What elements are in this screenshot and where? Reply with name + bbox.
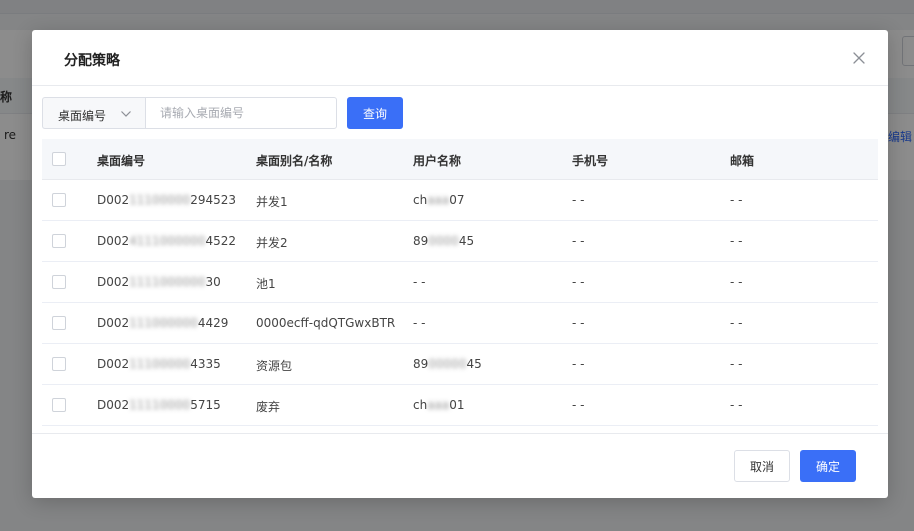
table-row[interactable]: D00241110000004522 并发2 89000045 - - - -	[42, 221, 878, 262]
dialog-header: 分配策略	[32, 30, 888, 86]
phone: - -	[572, 398, 585, 412]
dialog-title: 分配策略	[64, 53, 120, 69]
column-header-desktop-id: 桌面编号	[97, 154, 146, 168]
table-row[interactable]: D002111100005715 废弃 chaaa01 - - - -	[42, 385, 878, 426]
email: - -	[730, 357, 743, 371]
desktop-alias: 废弃	[256, 400, 281, 414]
row-checkbox[interactable]	[52, 193, 66, 207]
column-header-email: 邮箱	[730, 154, 755, 168]
select-all-checkbox[interactable]	[52, 152, 66, 166]
email: - -	[730, 193, 743, 207]
table-header: 桌面编号 桌面别名/名称 用户名称 手机号 邮箱	[42, 139, 878, 180]
search-field-select[interactable]: 桌面编号	[42, 97, 145, 129]
phone: - -	[572, 193, 585, 207]
user-name: chaaa07	[413, 193, 465, 207]
desktop-alias: 池1	[256, 277, 276, 291]
table-row[interactable]: D00211100000294523 并发1 chaaa07 - - - -	[42, 180, 878, 221]
table-row[interactable]: D0021110000004429 0000ecff-qdQTGwxBTR - …	[42, 303, 878, 344]
table-row[interactable]: D002111100000030 池1 - - - - - -	[42, 262, 878, 303]
query-button[interactable]: 查询	[347, 97, 403, 129]
desktop-alias: 0000ecff-qdQTGwxBTR	[256, 316, 396, 330]
desktop-id: D002111100000030	[97, 275, 221, 289]
email: - -	[730, 316, 743, 330]
email: - -	[730, 234, 743, 248]
desktop-alias: 并发1	[256, 195, 288, 209]
desktop-id-search-input[interactable]	[145, 97, 337, 129]
user-name: 89000045	[413, 234, 475, 248]
column-header-user: 用户名称	[413, 154, 462, 168]
user-name: - -	[413, 316, 426, 330]
row-checkbox[interactable]	[52, 275, 66, 289]
column-header-phone: 手机号	[572, 154, 609, 168]
phone: - -	[572, 275, 585, 289]
row-checkbox[interactable]	[52, 316, 66, 330]
dialog-footer: 取消 确定	[32, 433, 888, 498]
close-icon[interactable]	[850, 49, 868, 67]
user-name: 890000045	[413, 357, 482, 371]
desktop-id: D00241110000004522	[97, 234, 237, 248]
desktop-id: D0021110000004429	[97, 316, 229, 330]
search-field-selected: 桌面编号	[58, 109, 107, 123]
desktop-id: D00211100000294523	[97, 193, 237, 207]
cancel-button[interactable]: 取消	[734, 450, 790, 482]
user-name: chaaa01	[413, 398, 465, 412]
assign-policy-dialog: 分配策略 桌面编号 查询 桌面编号 桌面别名/名称 用户名称 手机号 邮箱 D0…	[32, 30, 888, 498]
desktop-table: 桌面编号 桌面别名/名称 用户名称 手机号 邮箱 D00211100000294…	[42, 139, 878, 434]
chevron-down-icon	[120, 108, 132, 120]
phone: - -	[572, 357, 585, 371]
desktop-id: D002111000004335	[97, 357, 221, 371]
desktop-alias: 资源包	[256, 359, 293, 373]
phone: - -	[572, 234, 585, 248]
phone: - -	[572, 316, 585, 330]
row-checkbox[interactable]	[52, 234, 66, 248]
email: - -	[730, 398, 743, 412]
user-name: - -	[413, 275, 426, 289]
row-checkbox[interactable]	[52, 398, 66, 412]
email: - -	[730, 275, 743, 289]
column-header-alias: 桌面别名/名称	[256, 154, 333, 168]
desktop-alias: 并发2	[256, 236, 288, 250]
row-checkbox[interactable]	[52, 357, 66, 371]
desktop-id: D002111100005715	[97, 398, 221, 412]
confirm-button[interactable]: 确定	[800, 450, 856, 482]
table-row[interactable]: D002111000004335 资源包 890000045 - - - -	[42, 344, 878, 385]
